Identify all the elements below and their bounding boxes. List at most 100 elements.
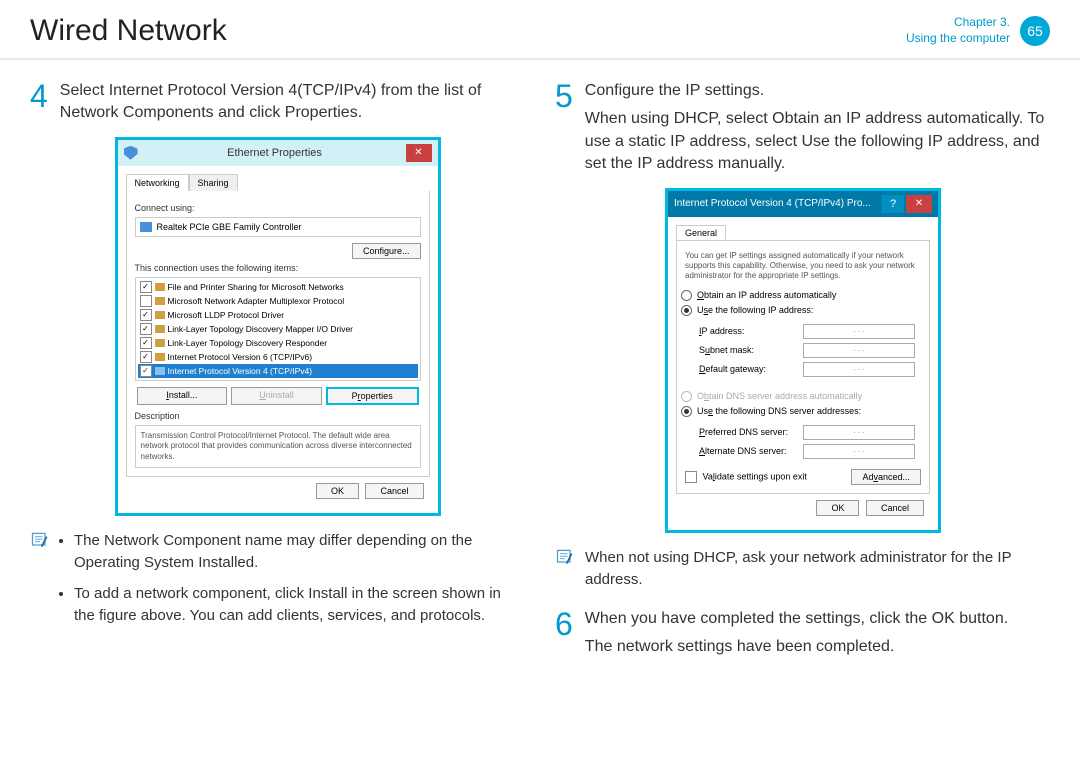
checkbox-icon[interactable]: ✓ <box>140 281 152 293</box>
checkbox-icon[interactable]: ✓ <box>140 365 152 377</box>
protocol-icon <box>155 339 165 347</box>
page-number-badge: 65 <box>1020 16 1050 46</box>
validate-row: Validate settings upon exit Advanced... <box>685 469 921 485</box>
note-icon <box>555 547 575 567</box>
close-icon[interactable]: ✕ <box>906 195 932 213</box>
radio-icon <box>681 406 692 417</box>
tab-bar: Networking Sharing <box>126 174 430 191</box>
list-item[interactable]: ✓Link-Layer Topology Discovery Mapper I/… <box>138 322 418 336</box>
checkbox-icon[interactable] <box>140 295 152 307</box>
ip-address-input[interactable]: . . . <box>803 324 915 339</box>
dialog-title: Ethernet Properties <box>144 147 406 159</box>
protocol-icon <box>155 325 165 333</box>
adns-input[interactable]: . . . <box>803 444 915 459</box>
step-line: When you have completed the settings, cl… <box>585 608 1050 630</box>
page-header: Wired Network Chapter 3. Using the compu… <box>0 0 1080 60</box>
list-item[interactable]: Microsoft Network Adapter Multiplexor Pr… <box>138 294 418 308</box>
cancel-button[interactable]: Cancel <box>866 500 924 516</box>
tab-general[interactable]: General <box>676 225 726 241</box>
subnet-row: Subnet mask:. . . <box>681 341 925 360</box>
note-bullet: The Network Component name may differ de… <box>74 530 525 575</box>
step-line: When using DHCP, select Obtain an IP add… <box>585 108 1050 175</box>
network-adapter-icon <box>140 222 152 232</box>
dialog-footer: OK Cancel <box>126 477 430 505</box>
radio-use-following-dns[interactable]: Use the following DNS server addresses: <box>681 404 925 419</box>
step-text: Select Internet Protocol Version 4(TCP/I… <box>60 80 525 125</box>
ok-button[interactable]: OK <box>816 500 859 516</box>
dns-radio-group: Obtain DNS server address automatically … <box>681 389 925 419</box>
install-button[interactable]: IInstall...nstall... <box>137 387 228 405</box>
note-block: The Network Component name may differ de… <box>30 530 525 636</box>
checkbox-icon[interactable]: ✓ <box>140 323 152 335</box>
step-text: When you have completed the settings, cl… <box>585 608 1050 659</box>
properties-button[interactable]: Properties <box>326 387 419 405</box>
help-icon[interactable]: ? <box>882 195 904 213</box>
list-item[interactable]: ✓File and Printer Sharing for Microsoft … <box>138 280 418 294</box>
radio-use-following-ip[interactable]: Use the following IP address: <box>681 303 925 318</box>
chapter-info: Chapter 3. Using the computer <box>906 15 1010 46</box>
cancel-button[interactable]: Cancel <box>365 483 423 499</box>
adns-row: Alternate DNS server:. . . <box>681 442 925 461</box>
info-text: You can get IP settings assigned automat… <box>685 251 921 282</box>
step-number: 5 <box>555 80 573 176</box>
radio-icon <box>681 290 692 301</box>
left-column: 4 Select Internet Protocol Version 4(TCP… <box>30 80 525 671</box>
adapter-field[interactable]: Realtek PCIe GBE Family Controller <box>135 217 421 237</box>
checkbox-icon[interactable]: ✓ <box>140 309 152 321</box>
ok-button[interactable]: OK <box>316 483 359 499</box>
description-label: Description <box>135 411 421 421</box>
dialog-title: Internet Protocol Version 4 (TCP/IPv4) P… <box>674 198 882 209</box>
advanced-button[interactable]: Advanced... <box>851 469 921 485</box>
list-item[interactable]: ✓Link-Layer Topology Discovery Responder <box>138 336 418 350</box>
gateway-row: Default gateway:. . . <box>681 360 925 379</box>
ipv4-properties-dialog: Internet Protocol Version 4 (TCP/IPv4) P… <box>665 188 941 533</box>
note-block: When not using DHCP, ask your network ad… <box>555 547 1050 592</box>
note-text: When not using DHCP, ask your network ad… <box>585 547 1050 592</box>
step-4: 4 Select Internet Protocol Version 4(TCP… <box>30 80 525 125</box>
dialog-footer: OK Cancel <box>676 494 930 522</box>
shield-icon <box>124 146 138 160</box>
list-item[interactable]: ✓Microsoft LLDP Protocol Driver <box>138 308 418 322</box>
section-label: Using the computer <box>906 31 1010 47</box>
close-icon[interactable]: ✕ <box>406 144 432 162</box>
note-content: The Network Component name may differ de… <box>60 530 525 636</box>
protocol-icon <box>155 283 165 291</box>
pdns-row: Preferred DNS server:. . . <box>681 423 925 442</box>
checkbox-icon[interactable]: ✓ <box>140 337 152 349</box>
radio-icon <box>681 305 692 316</box>
step-text: Configure the IP settings. When using DH… <box>585 80 1050 176</box>
protocol-icon <box>155 353 165 361</box>
ip-radio-group: Obtain an IP address automatically Use t… <box>681 288 925 318</box>
tab-networking[interactable]: Networking <box>126 174 189 191</box>
subnet-input[interactable]: . . . <box>803 343 915 358</box>
step-5: 5 Configure the IP settings. When using … <box>555 80 1050 176</box>
right-column: 5 Configure the IP settings. When using … <box>555 80 1050 671</box>
chapter-label: Chapter 3. <box>906 15 1010 31</box>
note-icon <box>30 530 50 550</box>
step-number: 6 <box>555 608 573 659</box>
checkbox-icon[interactable]: ✓ <box>140 351 152 363</box>
radio-obtain-ip-auto[interactable]: Obtain an IP address automatically <box>681 288 925 303</box>
protocol-icon <box>155 367 165 375</box>
ethernet-properties-dialog: Ethernet Properties ✕ Networking Sharing… <box>115 137 441 516</box>
dialog-title-bar: Ethernet Properties ✕ <box>118 140 438 166</box>
protocol-icon <box>155 297 165 305</box>
dialog-title-bar: Internet Protocol Version 4 (TCP/IPv4) P… <box>668 191 938 217</box>
component-buttons: IInstall...nstall... Uninstall Propertie… <box>135 387 421 405</box>
validate-checkbox[interactable]: Validate settings upon exit <box>685 471 807 483</box>
uses-items-label: This connection uses the following items… <box>135 263 421 273</box>
gateway-input[interactable]: . . . <box>803 362 915 377</box>
uninstall-button: Uninstall <box>231 387 322 405</box>
description-text: Transmission Control Protocol/Internet P… <box>135 425 421 468</box>
step-line: The network settings have been completed… <box>585 636 1050 658</box>
list-item-selected[interactable]: ✓Internet Protocol Version 4 (TCP/IPv4) <box>138 364 418 378</box>
list-item[interactable]: ✓Internet Protocol Version 6 (TCP/IPv6) <box>138 350 418 364</box>
configure-button[interactable]: Configure... <box>352 243 421 259</box>
step-number: 4 <box>30 80 48 125</box>
pdns-input[interactable]: . . . <box>803 425 915 440</box>
radio-icon <box>681 391 692 402</box>
protocol-icon <box>155 311 165 319</box>
tab-sharing[interactable]: Sharing <box>189 174 238 191</box>
page-title: Wired Network <box>30 14 227 48</box>
components-list[interactable]: ✓File and Printer Sharing for Microsoft … <box>135 277 421 381</box>
